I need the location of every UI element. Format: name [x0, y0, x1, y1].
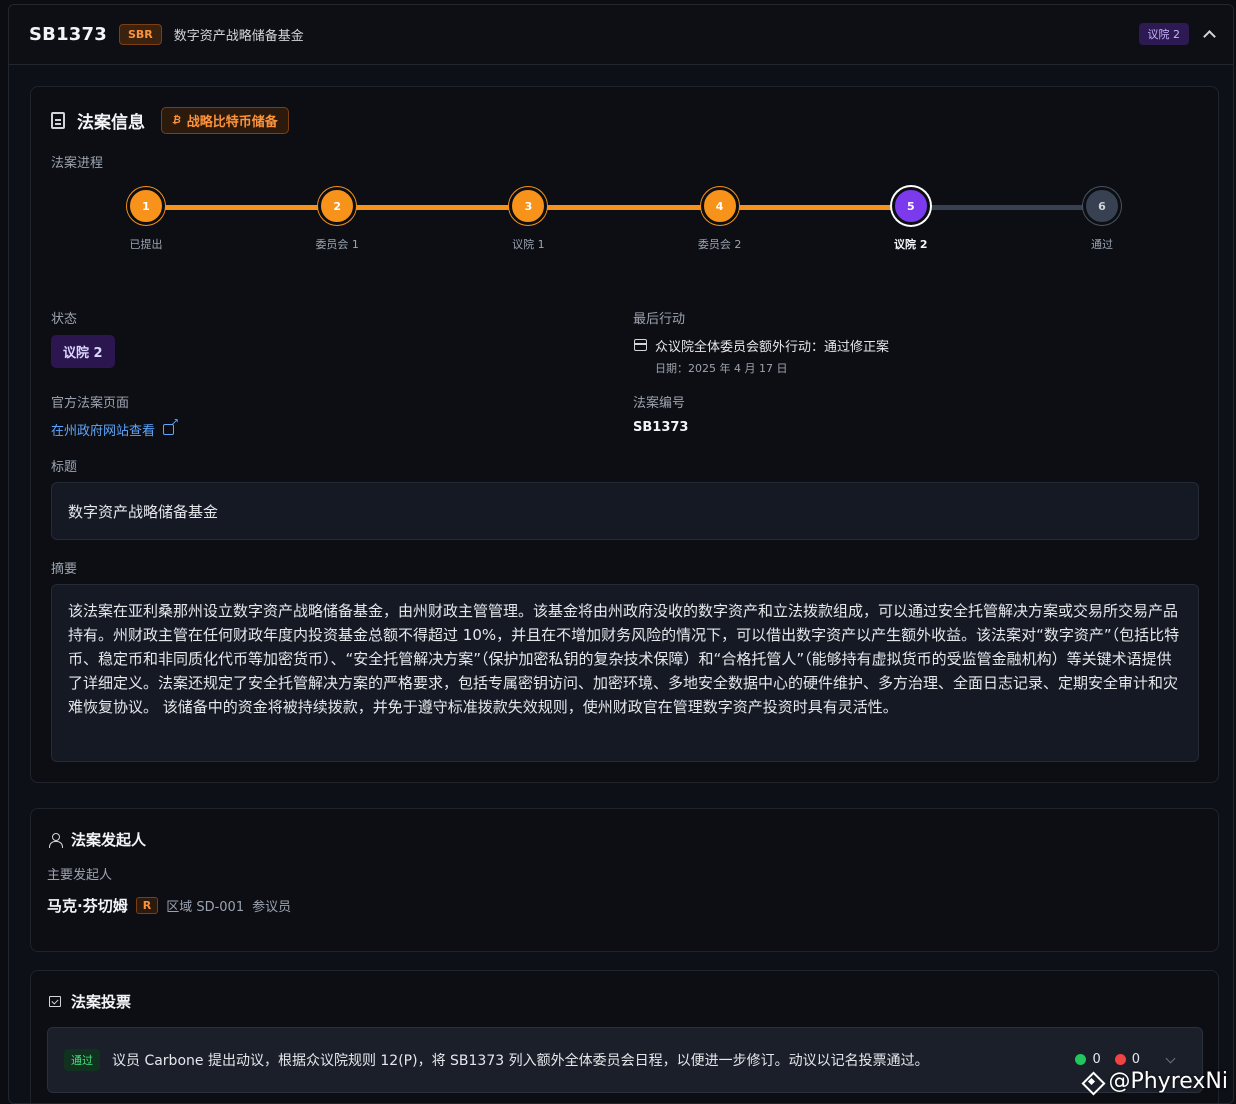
progress-step-3: 3 — [509, 187, 548, 225]
official-page-link[interactable]: 在州政府网站查看 — [51, 417, 179, 439]
sponsor-district: 区域 SD-001 — [166, 900, 245, 915]
document-icon — [51, 112, 65, 129]
header-right: 议院 2 — [1138, 23, 1216, 45]
progress-label: 法案进程 — [51, 156, 104, 171]
progress-step-5: 5 — [891, 187, 930, 225]
progress-track-segment — [528, 205, 720, 210]
progress-step-label: 已提出 — [129, 238, 163, 251]
progress-step-label: 通过 — [1091, 238, 1113, 251]
progress-step-label: 委员会 2 — [697, 238, 742, 251]
chamber-badge: SBR — [118, 24, 162, 45]
bitcoin-icon: ₿ — [172, 115, 181, 126]
status-badge: 议院 2 — [51, 335, 115, 368]
sponsor-role: 参议员 — [252, 900, 292, 915]
watermark: @PhyrexNi — [1082, 1069, 1228, 1094]
progress-track-segment — [719, 205, 911, 210]
official-page-label: 官方法案页面 — [51, 396, 130, 411]
sponsor-header: 法案发起人 — [49, 829, 146, 850]
party-badge: R — [135, 897, 159, 914]
sponsor-row: 马克·芬切姆 R 区域 SD-001 参议员 — [47, 895, 291, 916]
bill-progress-stepper: 1 已提出 2 委员会 1 3 议院 1 4 委员会 2 5 议院 2 6 通过 — [31, 187, 1220, 257]
official-page-link-text[interactable]: 在州政府网站查看 — [51, 420, 155, 439]
yes-count: 0 — [1092, 1052, 1101, 1067]
votes-section-title: 法案投票 — [71, 993, 132, 1011]
no-count: 0 — [1131, 1052, 1140, 1067]
summary-box: 该法案在亚利桑那州设立数字资产战略储备基金，由州财政主管管理。该基金将由州政府没… — [51, 584, 1199, 762]
progress-track-segment — [146, 205, 338, 210]
last-action-date: 日期：2025 年 4 月 17 日 — [655, 362, 788, 375]
progress-step-label: 议院 2 — [894, 238, 928, 251]
progress-step-6: 6 — [1083, 187, 1121, 225]
vote-result-badge: 通过 — [64, 1049, 100, 1071]
category-badge: ₿ 战略比特币储备 — [161, 107, 289, 134]
stage-badge: 议院 2 — [1138, 23, 1189, 45]
yes-dot-icon — [1075, 1054, 1087, 1065]
no-dot-icon — [1114, 1054, 1126, 1065]
progress-step-label: 委员会 1 — [315, 238, 359, 251]
vote-description: 议员 Carbone 提出动议，根据众议院规则 12(P)，将 SB1373 列… — [112, 1053, 929, 1069]
bill-panel: SB1373 SBR 数字资产战略储备基金 议院 2 法案信息 ₿ 战略比特币储… — [8, 4, 1234, 1104]
bill-title-header: 数字资产战略储备基金 — [173, 29, 304, 44]
progress-step-4: 4 — [700, 187, 739, 225]
progress-step-1: 1 — [127, 187, 165, 225]
votes-card: 法案投票 通过 议员 Carbone 提出动议，根据众议院规则 12(P)，将 … — [30, 970, 1219, 1103]
bill-info-card: 法案信息 ₿ 战略比特币储备 法案进程 1 已提出 2 委员会 1 3 议院 1 4 委员会 … — [30, 86, 1219, 783]
sponsor-name[interactable]: 马克·芬切姆 — [47, 895, 128, 916]
last-action-text: 众议院全体委员会额外行动：通过修正案 — [655, 340, 890, 355]
votes-header: 法案投票 — [49, 991, 131, 1012]
bill-number-label: 法案编号 — [633, 396, 686, 411]
primary-sponsor-label: 主要发起人 — [47, 868, 113, 883]
status-label: 状态 — [51, 312, 78, 327]
progress-track-segment — [910, 205, 1102, 210]
vote-counts: 0 0 — [1075, 1052, 1176, 1067]
person-icon — [49, 832, 63, 848]
sponsor-section-title: 法案发起人 — [71, 831, 147, 849]
summary-label: 摘要 — [51, 562, 78, 577]
vote-row[interactable]: 通过 议员 Carbone 提出动议，根据众议院规则 12(P)，将 SB137… — [47, 1027, 1203, 1093]
bill-id: SB1373 — [29, 24, 107, 45]
chevron-down-icon[interactable] — [1166, 1055, 1176, 1065]
chevron-up-icon[interactable] — [1203, 28, 1215, 40]
watermark-text: @PhyrexNi — [1108, 1069, 1228, 1094]
external-link-icon[interactable] — [163, 417, 179, 435]
title-box: 数字资产战略储备基金 — [51, 482, 1199, 540]
vote-icon — [49, 996, 61, 1007]
calendar-icon — [634, 339, 647, 351]
progress-step-label: 议院 1 — [512, 238, 545, 251]
binance-logo-icon — [1082, 1072, 1102, 1092]
section-title: 法案信息 — [77, 113, 145, 133]
progress-step-2: 2 — [318, 187, 357, 225]
category-badge-label: 战略比特币储备 — [186, 115, 278, 130]
sponsor-card: 法案发起人 主要发起人 马克·芬切姆 R 区域 SD-001 参议员 — [30, 808, 1219, 952]
last-action-label: 最后行动 — [633, 312, 686, 327]
bill-header[interactable]: SB1373 SBR 数字资产战略储备基金 议院 2 — [9, 5, 1233, 65]
bill-number: SB1373 — [633, 420, 689, 435]
title-label: 标题 — [51, 460, 78, 475]
bill-info-header: 法案信息 ₿ 战略比特币储备 — [51, 107, 289, 134]
progress-track-segment — [337, 205, 529, 210]
